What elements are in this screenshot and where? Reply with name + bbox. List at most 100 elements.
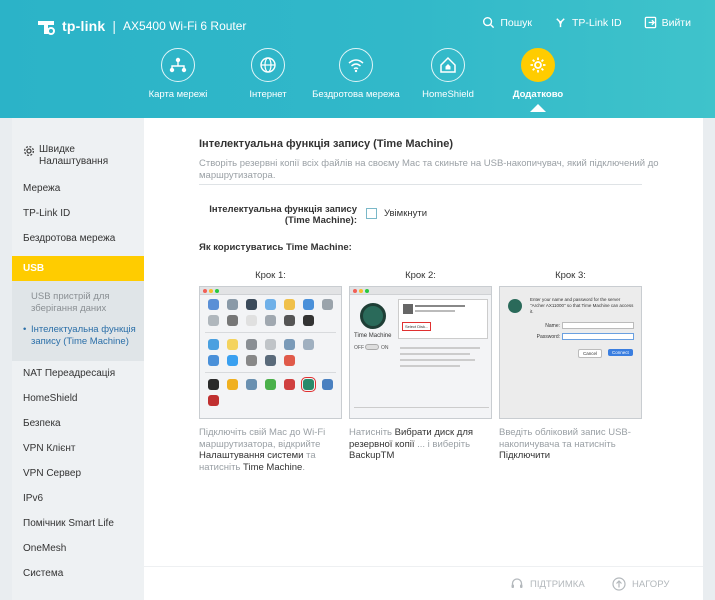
auth-cancel-button: Cancel (578, 349, 603, 358)
time-machine-enable-checkbox[interactable] (366, 208, 377, 219)
time-machine-logo-icon (360, 303, 386, 329)
top-header: tp-link | AX5400 Wi-Fi 6 Router Пошук TP… (0, 0, 715, 118)
tm-window-title: Time Machine (354, 333, 392, 339)
step-text: Підключіть свій Mac до Wi-Fi маршрутизат… (199, 427, 326, 450)
auth-connect-button: Connect (608, 349, 633, 356)
tp-link-logo-icon (38, 21, 55, 35)
sidebar-item-network[interactable]: Мережа (12, 176, 144, 201)
nav-label: Додатково (512, 89, 564, 100)
auth-password-label: Password: (536, 334, 560, 340)
sidebar-item-ipv6[interactable]: IPv6 (12, 486, 144, 511)
arrow-up-icon (612, 577, 626, 591)
sidebar-subitem-usb-storage[interactable]: USB пристрій для зберігання даних (12, 291, 144, 314)
divider (199, 184, 642, 185)
logout-label: Вийти (661, 16, 691, 29)
nav-advanced[interactable]: Додатково (488, 48, 588, 100)
back-to-top-label: НАГОРУ (632, 578, 670, 590)
page-description: Створіть резервні копії всіх файлів на с… (199, 158, 659, 181)
home-shield-icon (431, 48, 465, 82)
step-1-description: Підключіть свій Mac до Wi-Fi маршрутизат… (199, 427, 342, 473)
network-map-icon (161, 48, 195, 82)
disk-selection-panel: Select Disk... (398, 299, 488, 339)
wifi-icon (339, 48, 373, 82)
back-to-top-link[interactable]: НАГОРУ (612, 577, 669, 591)
sidebar-item-usb[interactable]: USB (12, 256, 144, 281)
step-2-description: Натисніть Вибрати диск для резервної коп… (349, 427, 492, 462)
sidebar: Швидке Налаштування Мережа TP-Link ID Бе… (12, 118, 144, 600)
step-title: Крок 2: (405, 270, 436, 281)
step-3-description: Введіть обліковий запис USB-накопичувача… (499, 427, 642, 462)
main-nav: Карта мережі Інтернет Бездротова мережа … (0, 48, 715, 118)
nav-homeshield[interactable]: HomeShield (398, 48, 498, 100)
headset-icon (511, 578, 523, 588)
step-highlight: Підключити (499, 450, 551, 461)
step-text: ... і виберіть (414, 438, 471, 450)
page-title: Інтелектуальна функція запису (Time Mach… (199, 138, 454, 150)
sidebar-usb-submenu: USB пристрій для зберігання даних Інтеле… (12, 281, 144, 361)
sidebar-item-nat[interactable]: NAT Переадресація (12, 361, 144, 386)
step-text: Введіть обліковий запис USB-накопичувача… (499, 427, 631, 450)
sidebar-item-wireless[interactable]: Бездротова мережа (12, 226, 144, 251)
step-title: Крок 1: (255, 270, 286, 281)
nav-wireless[interactable]: Бездротова мережа (306, 48, 406, 100)
sidebar-item-system[interactable]: Система (12, 561, 144, 586)
brand-separator: | (112, 18, 117, 34)
sidebar-item-quick-setup[interactable]: Швидке Налаштування (12, 118, 144, 176)
nav-label: Карта мережі (148, 89, 208, 100)
tp-link-logo: tp-link | AX5400 Wi-Fi 6 Router (34, 14, 246, 38)
globe-icon (251, 48, 285, 82)
step-text: . (302, 461, 305, 473)
logout-icon (644, 16, 656, 29)
step-1-screenshot (199, 286, 342, 419)
main-content: Інтелектуальна функція запису (Time Mach… (144, 118, 703, 600)
tm-on-label: ON (381, 345, 389, 351)
sidebar-item-tplink-id[interactable]: TP-Link ID (12, 201, 144, 226)
time-machine-label: Інтелектуальна функція запису (Time Mach… (209, 204, 357, 226)
step-3: Крок 3: Enter your name and password for… (499, 270, 642, 462)
step-title: Крок 3: (555, 270, 586, 281)
sidebar-item-vpn-client[interactable]: VPN Клієнт (12, 436, 144, 461)
sidebar-item-vpn-server[interactable]: VPN Сервер (12, 461, 144, 486)
tplink-id-icon (556, 18, 565, 28)
auth-password-field (562, 333, 634, 340)
sidebar-item-security[interactable]: Безпека (12, 411, 144, 436)
sidebar-item-label: Швидке Налаштування (39, 144, 109, 167)
active-nav-pointer (530, 104, 546, 112)
logout-link[interactable]: Вийти (644, 16, 691, 29)
sidebar-item-homeshield[interactable]: HomeShield (12, 386, 144, 411)
gear-icon (23, 145, 35, 157)
window-titlebar (200, 287, 341, 295)
step-text: Натисніть (349, 427, 395, 438)
sidebar-item-onemesh[interactable]: OneMesh (12, 536, 144, 561)
search-icon (483, 16, 495, 29)
time-machine-enable-label[interactable]: Увімкнути (384, 208, 427, 219)
step-highlight: Налаштування системи (199, 450, 304, 461)
how-to-title: Як користуватись Time Machine: (199, 242, 352, 253)
step-2-screenshot: Time Machine OFF ON Select Disk... (349, 286, 492, 419)
auth-name-label: Name: (545, 323, 560, 329)
nav-internet[interactable]: Інтернет (218, 48, 318, 100)
step-2: Крок 2: Time Machine OFF ON Select Disk.… (349, 270, 492, 462)
window-titlebar (350, 287, 491, 295)
sidebar-item-smart-life[interactable]: Помічник Smart Life (12, 511, 144, 536)
select-disk-button: Select Disk... (402, 322, 432, 331)
gear-icon (521, 48, 555, 82)
support-label: ПІДТРИМКА (530, 578, 585, 590)
search-label: Пошук (500, 16, 532, 29)
nav-label: Бездротова мережа (312, 89, 400, 100)
tplink-id-link[interactable]: TP-Link ID (554, 16, 622, 29)
tm-off-label: OFF (354, 345, 364, 351)
header-links: Пошук TP-Link ID Вийти (482, 16, 691, 29)
search-link[interactable]: Пошук (482, 16, 532, 29)
auth-name-field (562, 322, 634, 329)
sidebar-subitem-time-machine[interactable]: Інтелектуальна функція запису (Time Mach… (12, 324, 144, 347)
auth-prompt: Enter your name and password for the ser… (530, 297, 634, 314)
system-preferences-grid (200, 295, 341, 410)
time-machine-logo-icon (508, 299, 522, 313)
step-3-screenshot: Enter your name and password for the ser… (499, 286, 642, 419)
support-link[interactable]: ПІДТРИМКА (510, 577, 585, 591)
tplink-id-label: TP-Link ID (571, 16, 622, 29)
nav-network-map[interactable]: Карта мережі (128, 48, 228, 100)
step-highlight: Time Machine (243, 461, 303, 473)
nav-label: Інтернет (249, 89, 287, 100)
